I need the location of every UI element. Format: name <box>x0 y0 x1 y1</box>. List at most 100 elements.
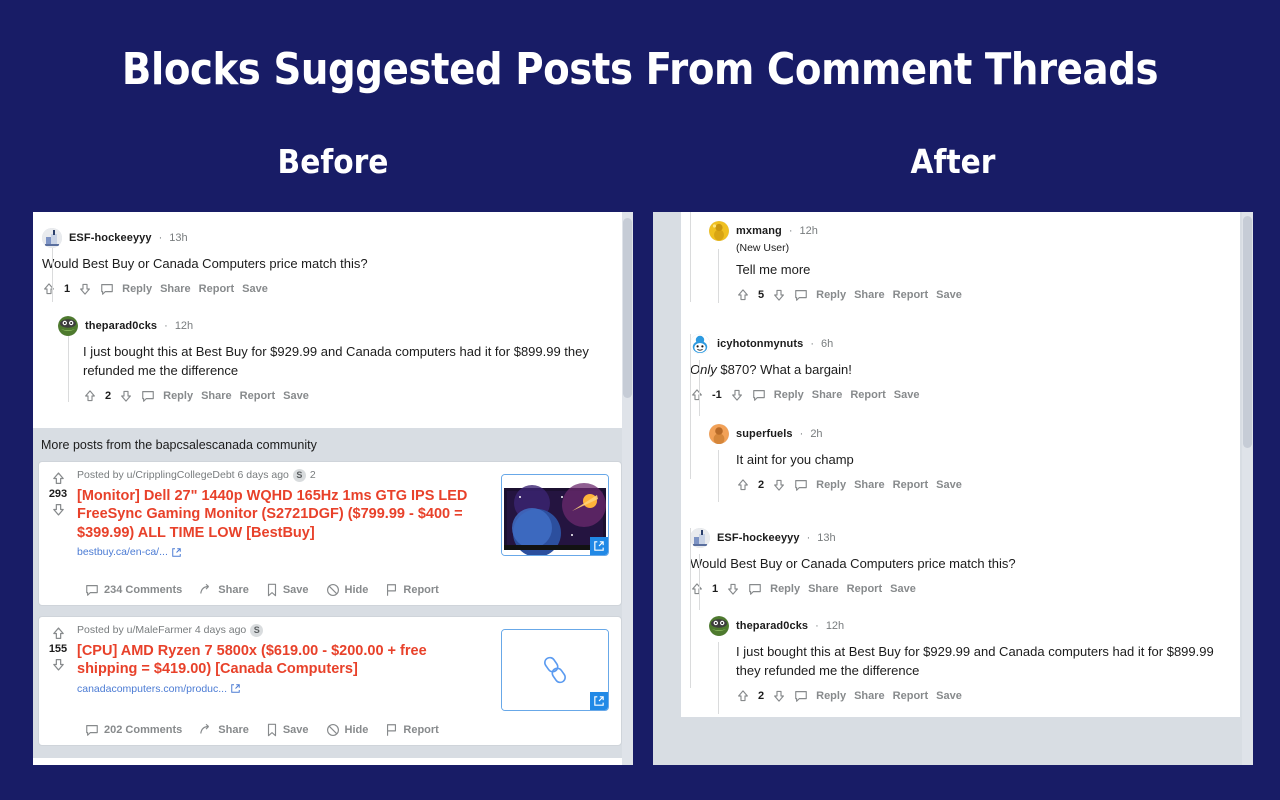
reply-button[interactable]: Reply <box>816 479 846 491</box>
downvote-icon[interactable] <box>772 689 786 703</box>
save-button[interactable]: Save <box>283 390 309 402</box>
save-button[interactable]: Save <box>936 690 962 702</box>
comment-bubble-icon[interactable] <box>752 388 766 402</box>
upvote-icon[interactable] <box>42 282 56 296</box>
report-button[interactable]: Report <box>385 583 439 597</box>
downvote-icon[interactable] <box>51 502 66 517</box>
avatar-hockey-icon[interactable] <box>42 228 62 248</box>
save-button[interactable]: Save <box>936 479 962 491</box>
downvote-icon[interactable] <box>51 657 66 672</box>
share-button[interactable]: Share <box>199 723 249 737</box>
comment-age: 12h <box>825 620 845 632</box>
comment-bubble-icon[interactable] <box>794 689 808 703</box>
comment-username[interactable]: superfuels <box>736 428 793 440</box>
reply-button[interactable]: Reply <box>816 690 846 702</box>
report-button[interactable]: Report <box>893 479 928 491</box>
external-link-icon <box>172 547 181 557</box>
upvote-icon[interactable] <box>736 689 750 703</box>
save-button[interactable]: Save <box>266 723 309 737</box>
reply-button[interactable]: Reply <box>163 390 193 402</box>
save-button[interactable]: Save <box>894 389 920 401</box>
comments-button[interactable]: 234 Comments <box>85 583 182 597</box>
report-button[interactable]: Report <box>893 690 928 702</box>
report-button[interactable]: Report <box>893 289 928 301</box>
report-button[interactable]: Report <box>240 390 275 402</box>
downvote-icon[interactable] <box>772 288 786 302</box>
report-button[interactable]: Report <box>850 389 885 401</box>
post-title[interactable]: [Monitor] Dell 27" 1440p WQHD 165Hz 1ms … <box>77 487 479 543</box>
flag-icon <box>387 583 397 596</box>
avatar-hockey-icon[interactable] <box>690 528 710 548</box>
suggested-post-card[interactable]: 155 Posted by u/MaleFarmer 4 days ago S … <box>38 615 622 746</box>
report-button[interactable]: Report <box>847 583 882 595</box>
reply-button[interactable]: Reply <box>122 283 152 295</box>
comment-bubble-icon[interactable] <box>141 389 155 403</box>
downvote-icon[interactable] <box>730 388 744 402</box>
comment-bubble-icon[interactable] <box>794 288 808 302</box>
reply-button[interactable]: Reply <box>774 389 804 401</box>
post-author-line[interactable]: Posted by u/MaleFarmer 4 days ago <box>77 624 246 636</box>
downvote-icon[interactable] <box>772 478 786 492</box>
share-button[interactable]: Share <box>854 479 885 491</box>
comment-header: ESF-hockeeyyy · 13h <box>690 528 1230 548</box>
share-button[interactable]: Share <box>201 390 232 402</box>
upvote-icon[interactable] <box>51 471 66 486</box>
comment-username[interactable]: icyhotonmynuts <box>717 338 803 350</box>
save-button[interactable]: Save <box>266 583 309 597</box>
post-title[interactable]: [CPU] AMD Ryzen 7 5800x ($619.00 - $200.… <box>77 642 479 679</box>
save-button[interactable]: Save <box>936 289 962 301</box>
upvote-icon[interactable] <box>736 478 750 492</box>
after-scrollbar-thumb[interactable] <box>1243 216 1252 448</box>
avatar-snoo-icon[interactable] <box>690 334 710 354</box>
upvote-icon[interactable] <box>736 288 750 302</box>
share-button[interactable]: Share <box>160 283 191 295</box>
post-footer-actions: 234 Comments Share Save Hide Report <box>77 583 439 605</box>
upvote-icon[interactable] <box>51 626 66 641</box>
comment-username[interactable]: mxmang <box>736 225 782 237</box>
upvote-icon[interactable] <box>83 389 97 403</box>
upvote-icon[interactable] <box>690 388 704 402</box>
after-scrollbar-track[interactable] <box>1242 212 1253 765</box>
avatar-pepe-icon[interactable] <box>709 616 729 636</box>
downvote-icon[interactable] <box>119 389 133 403</box>
before-scrollbar-thumb[interactable] <box>623 218 632 398</box>
comments-button[interactable]: 202 Comments <box>85 723 182 737</box>
comment-item: mxmang · 12h (New User) Tell me more 5 R… <box>690 212 1229 303</box>
share-button[interactable]: Share <box>199 583 249 597</box>
share-label: Share <box>218 723 249 736</box>
comment-bubble-icon[interactable] <box>794 478 808 492</box>
comment-actions: 5 Reply Share Report Save <box>736 288 1229 302</box>
comment-username[interactable]: ESF-hockeeyyy <box>717 532 800 544</box>
post-thumbnail[interactable] <box>501 628 609 711</box>
post-thumbnail[interactable] <box>501 473 609 556</box>
before-scrollbar-track[interactable] <box>622 212 633 765</box>
comment-username[interactable]: theparad0cks <box>736 620 808 632</box>
save-button[interactable]: Save <box>890 583 916 595</box>
hide-button[interactable]: Hide <box>326 583 368 597</box>
suggested-post-card[interactable]: 293 Posted by u/CripplingCollegeDebt 6 d… <box>38 460 622 606</box>
comment-username[interactable]: theparad0cks <box>85 320 157 332</box>
avatar-orange-icon[interactable] <box>709 424 729 444</box>
report-button[interactable]: Report <box>199 283 234 295</box>
save-button[interactable]: Save <box>242 283 268 295</box>
avatar-yellow-icon[interactable] <box>709 221 729 241</box>
downvote-icon[interactable] <box>78 282 92 296</box>
avatar-pepe-icon[interactable] <box>58 315 78 336</box>
share-button[interactable]: Share <box>812 389 843 401</box>
comment-bubble-icon[interactable] <box>748 582 762 596</box>
report-button[interactable]: Report <box>385 723 439 737</box>
reply-button[interactable]: Reply <box>770 583 800 595</box>
reply-button[interactable]: Reply <box>816 289 846 301</box>
share-button[interactable]: Share <box>854 690 885 702</box>
page-title: Blocks Suggested Posts From Comment Thre… <box>121 44 1159 95</box>
downvote-icon[interactable] <box>726 582 740 596</box>
comment-bubble-icon[interactable] <box>100 282 114 296</box>
post-author-line[interactable]: Posted by u/CripplingCollegeDebt 6 days … <box>77 469 289 481</box>
share-button[interactable]: Share <box>808 583 839 595</box>
comment-username[interactable]: ESF-hockeeyyy <box>69 232 152 244</box>
upvote-icon[interactable] <box>690 582 704 596</box>
before-panel: ESF-hockeeyyy · 13h Would Best Buy or Ca… <box>33 212 633 765</box>
comment-age: 13h <box>169 232 188 244</box>
hide-button[interactable]: Hide <box>326 723 368 737</box>
share-button[interactable]: Share <box>854 289 885 301</box>
